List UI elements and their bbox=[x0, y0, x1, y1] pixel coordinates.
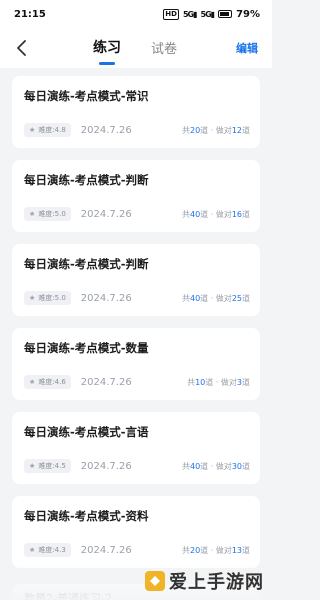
difficulty-badge: ★ 难度:4.8 bbox=[24, 123, 71, 137]
edit-button[interactable]: 编辑 bbox=[236, 40, 258, 56]
card-meta: ★ 难度:5.0 2024.7.26 共40道 · 做对16道 bbox=[24, 207, 250, 221]
card-title: 每日演练-考点模式-言语 bbox=[24, 425, 149, 439]
card-meta: ★ 难度:5.0 2024.7.26 共40道 · 做对25道 bbox=[24, 291, 250, 305]
signal-icon-2: 5G▮ bbox=[200, 9, 216, 19]
star-icon: ★ bbox=[29, 546, 36, 554]
status-bar: 21:15 HD 5G▮ 5G▮ 79% bbox=[0, 0, 272, 28]
difficulty-badge: ★ 难度:4.3 bbox=[24, 543, 71, 557]
card-progress: 共20道 · 做对12道 bbox=[181, 125, 250, 135]
card-date: 2024.7.26 bbox=[80, 544, 132, 556]
card-date: 2024.7.26 bbox=[80, 376, 132, 388]
chevron-left-icon bbox=[17, 40, 26, 56]
status-time: 21:15 bbox=[14, 8, 46, 20]
card-date: 2024.7.26 bbox=[80, 292, 132, 304]
difficulty-badge: ★ 难度:4.5 bbox=[24, 459, 71, 473]
hd-badge-icon: HD bbox=[163, 8, 179, 20]
status-icons: HD 5G▮ 5G▮ 79% bbox=[163, 8, 260, 20]
star-icon: ★ bbox=[29, 294, 36, 302]
difficulty-badge: ★ 难度:5.0 bbox=[24, 207, 71, 221]
battery-icon bbox=[218, 10, 233, 18]
back-button[interactable] bbox=[10, 36, 34, 60]
exercise-card[interactable]: 每日演练-考点模式-资料 ★ 难度:4.3 2024.7.26 共20道 · 做… bbox=[12, 496, 260, 568]
exercise-card[interactable]: 每日演练-考点模式-言语 ★ 难度:4.5 2024.7.26 共40道 · 做… bbox=[12, 412, 260, 484]
exercise-list: 每日演练-考点模式-常识 ★ 难度:4.8 2024.7.26 共20道 · 做… bbox=[0, 68, 272, 568]
star-icon: ★ bbox=[29, 126, 36, 134]
card-progress: 共40道 · 做对25道 bbox=[181, 293, 250, 303]
star-icon: ★ bbox=[29, 378, 36, 386]
difficulty-badge: ★ 难度:4.6 bbox=[24, 375, 71, 389]
star-icon: ★ bbox=[29, 210, 36, 218]
card-meta: ★ 难度:4.8 2024.7.26 共20道 · 做对12道 bbox=[24, 123, 250, 137]
watermark: 爱上手游网 bbox=[145, 568, 264, 594]
card-progress: 共20道 · 做对13道 bbox=[181, 545, 250, 555]
card-progress: 共40道 · 做对30道 bbox=[181, 461, 250, 471]
star-icon: ★ bbox=[29, 462, 36, 470]
difficulty-badge: ★ 难度:5.0 bbox=[24, 291, 71, 305]
card-date: 2024.7.26 bbox=[80, 460, 132, 472]
watermark-logo-icon bbox=[145, 571, 165, 591]
card-date: 2024.7.26 bbox=[80, 124, 132, 136]
exercise-card[interactable]: 每日演练-考点模式-数量 ★ 难度:4.6 2024.7.26 共10道 · 做… bbox=[12, 328, 260, 400]
signal-icon-1: 5G▮ bbox=[182, 9, 198, 19]
tab-bar: 练习 试卷 bbox=[0, 28, 272, 68]
card-title: 每日演练-考点模式-判断 bbox=[24, 257, 149, 271]
exercise-card[interactable]: 每日演练-考点模式-判断 ★ 难度:5.0 2024.7.26 共40道 · 做… bbox=[12, 160, 260, 232]
card-title: 每日演练-考点模式-数量 bbox=[24, 341, 149, 355]
card-meta: ★ 难度:4.3 2024.7.26 共20道 · 做对13道 bbox=[24, 543, 250, 557]
watermark-text: 爱上手游网 bbox=[169, 572, 264, 593]
tab-practice[interactable]: 练习 bbox=[93, 37, 121, 59]
exercise-card[interactable]: 每日演练-考点模式-常识 ★ 难度:4.8 2024.7.26 共20道 · 做… bbox=[12, 76, 260, 148]
card-progress: 共10道 · 做对3道 bbox=[187, 377, 250, 387]
card-meta: ★ 难度:4.6 2024.7.26 共10道 · 做对3道 bbox=[24, 375, 250, 389]
tab-papers[interactable]: 试卷 bbox=[151, 38, 177, 59]
card-title: 每日演练-考点模式-资料 bbox=[24, 509, 149, 523]
card-progress: 共40道 · 做对16道 bbox=[181, 209, 250, 219]
card-title: 每日演练-考点模式-判断 bbox=[24, 173, 149, 187]
nav-bar: 练习 试卷 编辑 bbox=[0, 28, 272, 68]
exercise-card[interactable]: 每日演练-考点模式-判断 ★ 难度:5.0 2024.7.26 共40道 · 做… bbox=[12, 244, 260, 316]
card-meta: ★ 难度:4.5 2024.7.26 共40道 · 做对30道 bbox=[24, 459, 250, 473]
card-title: 每日演练-考点模式-常识 bbox=[24, 89, 149, 103]
card-date: 2024.7.26 bbox=[80, 208, 132, 220]
battery-percent: 79% bbox=[236, 8, 260, 20]
